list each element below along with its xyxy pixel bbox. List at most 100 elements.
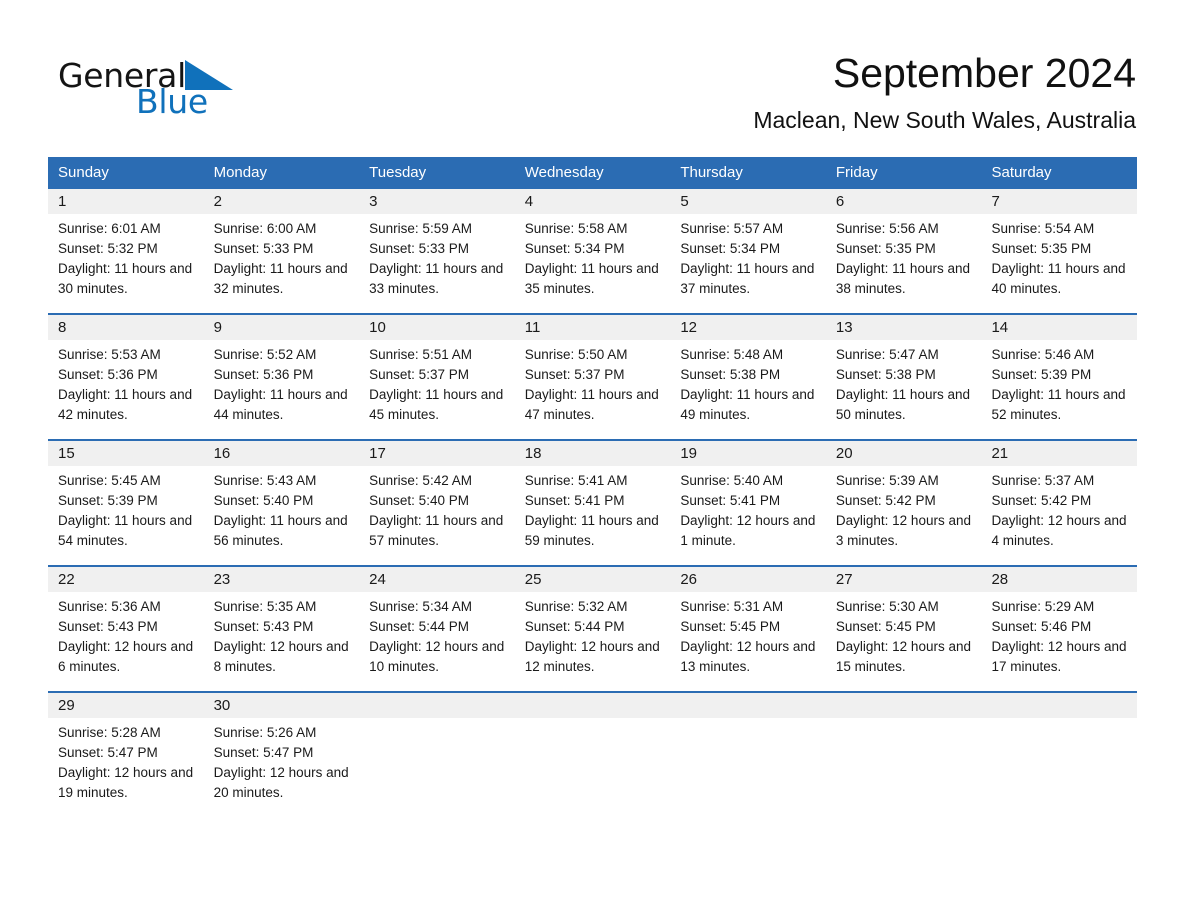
day-cell[interactable]: 29 Sunrise: 5:28 AM Sunset: 5:47 PM Dayl… <box>48 693 204 817</box>
day-cell[interactable]: 17 Sunrise: 5:42 AM Sunset: 5:40 PM Dayl… <box>359 441 515 565</box>
day-cell[interactable]: 6 Sunrise: 5:56 AM Sunset: 5:35 PM Dayli… <box>825 189 982 313</box>
day-number: 2 <box>203 189 360 214</box>
daylight-text: Daylight: 11 hours and 45 minutes. <box>369 387 504 422</box>
day-cell[interactable]: 19 Sunrise: 5:40 AM Sunset: 5:41 PM Dayl… <box>670 441 826 565</box>
calendar-page: General Blue September 2024 Maclean, New… <box>0 0 1188 918</box>
day-cell[interactable]: 7 Sunrise: 5:54 AM Sunset: 5:35 PM Dayli… <box>981 189 1138 313</box>
sunrise-text: Sunrise: 5:47 AM <box>835 347 939 362</box>
day-cell[interactable]: 18 Sunrise: 5:41 AM Sunset: 5:41 PM Dayl… <box>514 441 671 565</box>
daylight-text: Daylight: 12 hours and 17 minutes. <box>991 639 1127 674</box>
day-info: Sunrise: 5:34 AM Sunset: 5:44 PM Dayligh… <box>359 592 515 677</box>
daylight-text: Daylight: 11 hours and 57 minutes. <box>369 513 504 548</box>
day-cell[interactable]: 27 Sunrise: 5:30 AM Sunset: 5:45 PM Dayl… <box>825 567 982 691</box>
day-info: Sunrise: 5:26 AM Sunset: 5:47 PM Dayligh… <box>204 718 360 803</box>
day-cell[interactable]: 12 Sunrise: 5:48 AM Sunset: 5:38 PM Dayl… <box>670 315 826 439</box>
day-cell[interactable]: 1 Sunrise: 6:01 AM Sunset: 5:32 PM Dayli… <box>48 189 204 313</box>
day-info <box>670 718 826 723</box>
day-cell[interactable]: 14 Sunrise: 5:46 AM Sunset: 5:39 PM Dayl… <box>981 315 1138 439</box>
day-info <box>515 718 671 723</box>
sunset-text: Sunset: 5:45 PM <box>835 619 936 634</box>
day-cell[interactable]: 9 Sunrise: 5:52 AM Sunset: 5:36 PM Dayli… <box>203 315 360 439</box>
weekday-header-tuesday: Tuesday <box>369 164 427 181</box>
day-number: 21 <box>981 441 1138 466</box>
sunrise-text: Sunrise: 5:50 AM <box>524 347 628 362</box>
day-cell[interactable]: 11 Sunrise: 5:50 AM Sunset: 5:37 PM Dayl… <box>514 315 671 439</box>
sunrise-text: Sunrise: 5:46 AM <box>991 347 1095 362</box>
day-info: Sunrise: 5:48 AM Sunset: 5:38 PM Dayligh… <box>670 340 826 425</box>
day-cell[interactable]: 3 Sunrise: 5:59 AM Sunset: 5:33 PM Dayli… <box>359 189 515 313</box>
sunset-text: Sunset: 5:46 PM <box>991 619 1092 634</box>
sunrise-text: Sunrise: 5:32 AM <box>524 599 628 614</box>
daylight-text: Daylight: 11 hours and 38 minutes. <box>835 261 970 296</box>
daylight-text: Daylight: 11 hours and 56 minutes. <box>213 513 348 548</box>
day-number: 18 <box>514 441 671 466</box>
day-cell-empty <box>825 693 982 817</box>
day-cell[interactable]: 23 Sunrise: 5:35 AM Sunset: 5:43 PM Dayl… <box>203 567 360 691</box>
day-number: 25 <box>514 567 671 592</box>
logo-bottom-row: Blue <box>136 85 208 118</box>
day-cell[interactable]: 16 Sunrise: 5:43 AM Sunset: 5:40 PM Dayl… <box>203 441 360 565</box>
logo-text-blue: Blue <box>136 82 208 121</box>
sunset-text: Sunset: 5:36 PM <box>58 367 158 382</box>
sunset-text: Sunset: 5:43 PM <box>213 619 314 634</box>
sunset-text: Sunset: 5:38 PM <box>835 367 936 382</box>
sunset-text: Sunset: 5:39 PM <box>58 493 158 508</box>
week-row: 29 Sunrise: 5:28 AM Sunset: 5:47 PM Dayl… <box>48 691 1138 817</box>
day-info <box>359 718 515 723</box>
day-cell[interactable]: 28 Sunrise: 5:29 AM Sunset: 5:46 PM Dayl… <box>981 567 1138 691</box>
day-cell[interactable]: 5 Sunrise: 5:57 AM Sunset: 5:34 PM Dayli… <box>670 189 826 313</box>
day-cell[interactable]: 4 Sunrise: 5:58 AM Sunset: 5:34 PM Dayli… <box>514 189 671 313</box>
weekday-header-row: Sunday Monday Tuesday Wednesday Thursday… <box>48 157 1137 189</box>
sunrise-text: Sunrise: 5:45 AM <box>58 473 161 488</box>
sunset-text: Sunset: 5:37 PM <box>369 367 469 382</box>
sunrise-text: Sunrise: 5:26 AM <box>213 725 317 740</box>
day-info: Sunrise: 6:01 AM Sunset: 5:32 PM Dayligh… <box>48 214 204 299</box>
day-cell[interactable]: 26 Sunrise: 5:31 AM Sunset: 5:45 PM Dayl… <box>670 567 826 691</box>
day-info: Sunrise: 5:54 AM Sunset: 5:35 PM Dayligh… <box>981 214 1137 299</box>
day-cell[interactable]: 24 Sunrise: 5:34 AM Sunset: 5:44 PM Dayl… <box>359 567 515 691</box>
day-cell[interactable]: 25 Sunrise: 5:32 AM Sunset: 5:44 PM Dayl… <box>514 567 671 691</box>
sunset-text: Sunset: 5:39 PM <box>991 367 1092 382</box>
sunrise-text: Sunrise: 6:01 AM <box>58 221 161 236</box>
daylight-text: Daylight: 12 hours and 13 minutes. <box>680 639 816 674</box>
sunrise-text: Sunrise: 5:56 AM <box>835 221 939 236</box>
day-cell[interactable]: 8 Sunrise: 5:53 AM Sunset: 5:36 PM Dayli… <box>48 315 204 439</box>
day-cell[interactable]: 30 Sunrise: 5:26 AM Sunset: 5:47 PM Dayl… <box>203 693 360 817</box>
sunrise-text: Sunrise: 5:28 AM <box>58 725 161 740</box>
sunset-text: Sunset: 5:33 PM <box>369 241 469 256</box>
day-cell[interactable]: 22 Sunrise: 5:36 AM Sunset: 5:43 PM Dayl… <box>48 567 204 691</box>
day-cell-empty <box>670 693 826 817</box>
day-cell[interactable]: 21 Sunrise: 5:37 AM Sunset: 5:42 PM Dayl… <box>981 441 1138 565</box>
sunset-text: Sunset: 5:34 PM <box>680 241 781 256</box>
day-info: Sunrise: 5:53 AM Sunset: 5:36 PM Dayligh… <box>48 340 204 425</box>
sunset-text: Sunset: 5:37 PM <box>524 367 625 382</box>
daylight-text: Daylight: 12 hours and 10 minutes. <box>369 639 505 674</box>
day-cell[interactable]: 15 Sunrise: 5:45 AM Sunset: 5:39 PM Dayl… <box>48 441 204 565</box>
sunset-text: Sunset: 5:38 PM <box>680 367 781 382</box>
day-cell[interactable]: 2 Sunrise: 6:00 AM Sunset: 5:33 PM Dayli… <box>203 189 360 313</box>
day-info <box>981 718 1137 723</box>
day-info: Sunrise: 5:37 AM Sunset: 5:42 PM Dayligh… <box>981 466 1137 551</box>
day-info <box>826 718 982 723</box>
sunrise-text: Sunrise: 5:35 AM <box>213 599 317 614</box>
day-cell[interactable]: 20 Sunrise: 5:39 AM Sunset: 5:42 PM Dayl… <box>825 441 982 565</box>
day-cell-empty <box>981 693 1138 817</box>
sunset-text: Sunset: 5:44 PM <box>524 619 625 634</box>
daylight-text: Daylight: 11 hours and 37 minutes. <box>680 261 815 296</box>
day-info: Sunrise: 5:51 AM Sunset: 5:37 PM Dayligh… <box>359 340 515 425</box>
sunset-text: Sunset: 5:34 PM <box>524 241 625 256</box>
daylight-text: Daylight: 11 hours and 47 minutes. <box>524 387 659 422</box>
day-number <box>825 693 982 718</box>
daylight-text: Daylight: 12 hours and 15 minutes. <box>835 639 971 674</box>
sunset-text: Sunset: 5:33 PM <box>213 241 314 256</box>
week-row: 1 Sunrise: 6:01 AM Sunset: 5:32 PM Dayli… <box>48 189 1138 313</box>
day-info: Sunrise: 5:50 AM Sunset: 5:37 PM Dayligh… <box>515 340 671 425</box>
sunrise-text: Sunrise: 5:53 AM <box>58 347 161 362</box>
day-cell[interactable]: 13 Sunrise: 5:47 AM Sunset: 5:38 PM Dayl… <box>825 315 982 439</box>
sunset-text: Sunset: 5:40 PM <box>213 493 314 508</box>
day-cell[interactable]: 10 Sunrise: 5:51 AM Sunset: 5:37 PM Dayl… <box>359 315 515 439</box>
daylight-text: Daylight: 11 hours and 50 minutes. <box>835 387 970 422</box>
sunrise-text: Sunrise: 5:57 AM <box>680 221 784 236</box>
day-number: 8 <box>48 315 204 340</box>
day-info: Sunrise: 5:47 AM Sunset: 5:38 PM Dayligh… <box>826 340 982 425</box>
